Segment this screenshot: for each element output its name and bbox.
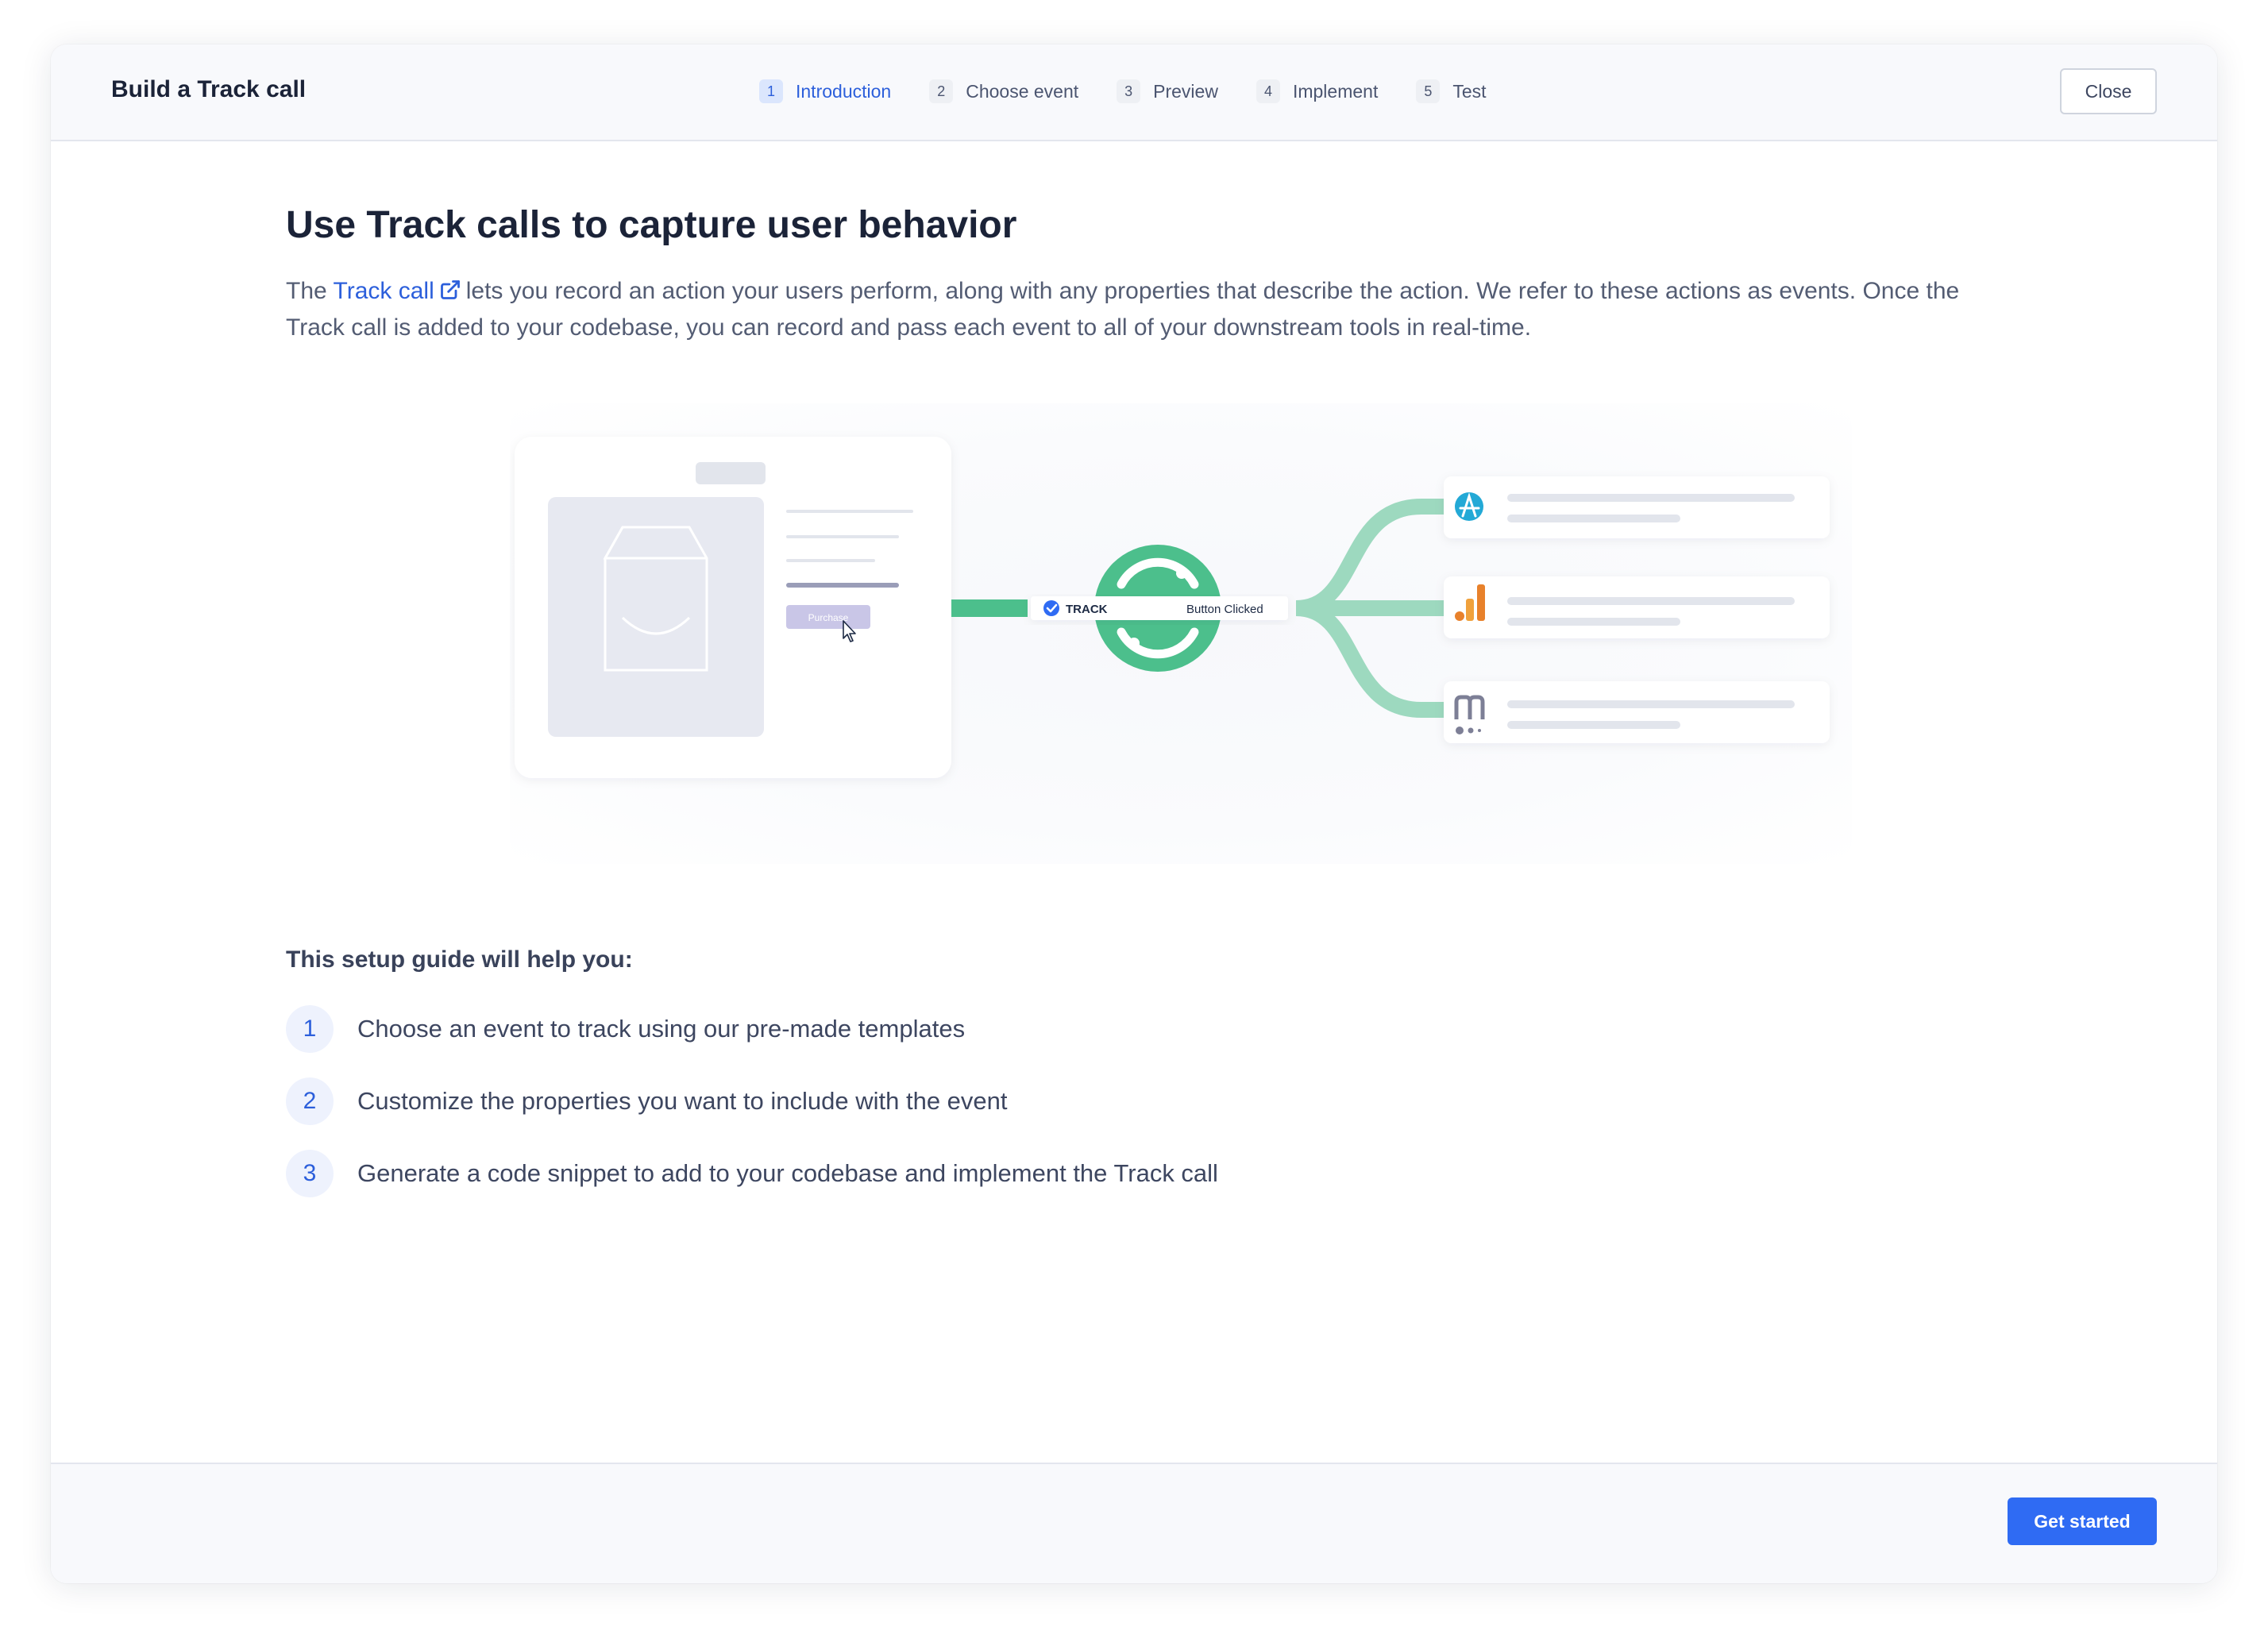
step-number: 5 <box>1416 79 1441 103</box>
intro-paragraph: The Track call lets you record an action … <box>286 273 1969 346</box>
text-line <box>786 510 913 513</box>
modal-header: Build a Track call 1 Introduction 2 Choo… <box>51 44 2217 141</box>
step-introduction[interactable]: 1 Introduction <box>759 79 891 103</box>
purchase-button-label: Purchase <box>808 612 849 623</box>
step-label: Introduction <box>796 80 892 102</box>
app-card-tab <box>696 462 766 484</box>
step-number: 2 <box>929 79 954 103</box>
step-preview[interactable]: 3 Preview <box>1117 79 1218 103</box>
product-image-placeholder <box>548 497 764 737</box>
track-call-link-label: Track call <box>333 278 434 304</box>
get-started-button[interactable]: Get started <box>2008 1497 2157 1545</box>
destination-card-mixpanel <box>1444 681 1830 743</box>
setup-guide-list: 1 Choose an event to track using our pre… <box>286 1005 1218 1222</box>
step-choose-event[interactable]: 2 Choose event <box>929 79 1078 103</box>
step-label: Preview <box>1153 80 1218 102</box>
guide-step-text: Choose an event to track using our pre-m… <box>357 1015 966 1043</box>
text-line <box>786 559 875 562</box>
track-flow-illustration: Purchase TRACK Button Clicked <box>510 403 1852 864</box>
list-item: 3 Generate a code snippet to add to your… <box>286 1150 1218 1197</box>
track-label: TRACK <box>1066 603 1108 616</box>
guide-step-number: 2 <box>286 1077 334 1125</box>
event-name-label: Button Clicked <box>1186 603 1263 616</box>
track-connector <box>951 599 1028 617</box>
track-call-modal: Build a Track call 1 Introduction 2 Choo… <box>51 44 2217 1583</box>
step-label: Implement <box>1292 80 1379 102</box>
modal-footer: Get started <box>51 1463 2217 1583</box>
close-button[interactable]: Close <box>2060 68 2157 114</box>
page-title: Use Track calls to capture user behavior <box>286 204 1017 246</box>
step-number: 4 <box>1256 79 1280 103</box>
intro-suffix: lets you record an action your users per… <box>286 278 1960 341</box>
step-label: Test <box>1452 80 1487 102</box>
guide-step-text: Generate a code snippet to add to your c… <box>357 1159 1218 1187</box>
external-link-icon <box>440 280 460 299</box>
list-item: 1 Choose an event to track using our pre… <box>286 1005 1218 1053</box>
guide-step-number: 3 <box>286 1150 334 1197</box>
track-call-link[interactable]: Track call <box>334 278 466 304</box>
text-line <box>786 535 899 538</box>
step-label: Choose event <box>966 80 1079 102</box>
step-implement[interactable]: 4 Implement <box>1256 79 1378 103</box>
check-icon <box>1043 600 1059 616</box>
stepper: 1 Introduction 2 Choose event 3 Preview … <box>759 79 1525 103</box>
guide-step-number: 1 <box>286 1005 334 1053</box>
step-test[interactable]: 5 Test <box>1416 79 1487 103</box>
modal-title: Build a Track call <box>111 76 307 102</box>
intro-prefix: The <box>286 278 334 304</box>
guide-step-text: Customize the properties you want to inc… <box>357 1087 1008 1115</box>
destination-card-amplitude <box>1444 476 1830 538</box>
track-flow-diagram: Purchase TRACK Button Clicked <box>515 437 1830 778</box>
destination-flows <box>1295 499 1447 718</box>
list-item: 2 Customize the properties you want to i… <box>286 1077 1218 1125</box>
setup-guide-title: This setup guide will help you: <box>286 946 633 973</box>
step-number: 1 <box>759 79 783 103</box>
step-number: 3 <box>1117 79 1141 103</box>
text-line <box>786 583 899 588</box>
destination-card-google-analytics <box>1444 576 1830 638</box>
